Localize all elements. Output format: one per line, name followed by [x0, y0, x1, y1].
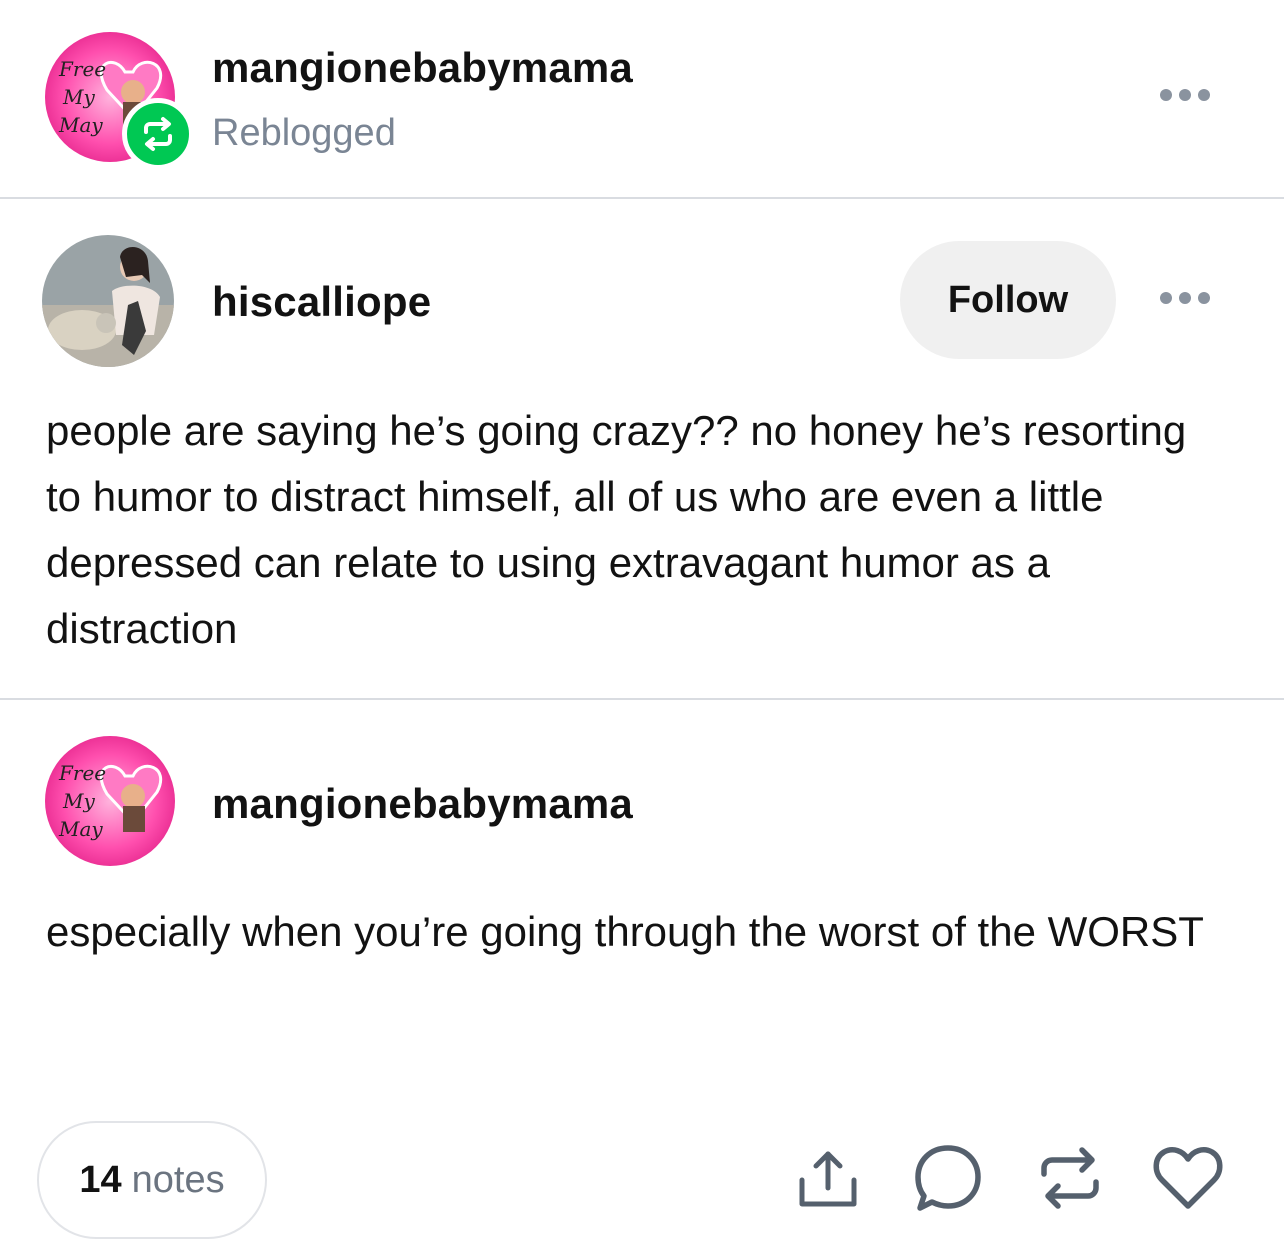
original-poster-avatar[interactable] [42, 235, 174, 367]
more-options-icon[interactable] [1160, 89, 1210, 101]
notes-label: notes [131, 1158, 225, 1201]
svg-text:Free: Free [58, 761, 106, 785]
svg-text:May: May [58, 817, 103, 841]
svg-text:My: My [62, 789, 95, 813]
comment-icon[interactable] [912, 1142, 984, 1214]
original-poster-username[interactable]: hiscalliope [212, 278, 431, 326]
svg-text:My: My [62, 85, 95, 109]
share-icon[interactable] [796, 1146, 860, 1210]
notes-button[interactable]: 14 notes [37, 1121, 267, 1239]
reblog-badge-icon [122, 98, 194, 170]
more-options-icon[interactable] [1160, 292, 1210, 304]
notes-count: 14 [79, 1158, 122, 1201]
avatar-image: Free My May [45, 736, 175, 866]
svg-text:Free: Free [58, 57, 106, 81]
reply-avatar[interactable]: Free My May [45, 736, 175, 866]
divider [0, 698, 1284, 700]
reply-body-text: especially when you’re going through the… [46, 908, 1204, 955]
reply-username[interactable]: mangionebabymama [212, 780, 633, 828]
reblogger-username[interactable]: mangionebabymama [212, 44, 633, 92]
reblog-icon[interactable] [1034, 1142, 1106, 1214]
svg-text:May: May [58, 113, 103, 137]
post-body-text: people are saying he’s going crazy?? no … [46, 407, 1187, 652]
follow-button[interactable]: Follow [900, 241, 1116, 359]
heart-icon[interactable] [1152, 1144, 1224, 1214]
reblogged-label: Reblogged [212, 112, 396, 154]
divider [0, 197, 1284, 199]
avatar-image [42, 235, 174, 367]
